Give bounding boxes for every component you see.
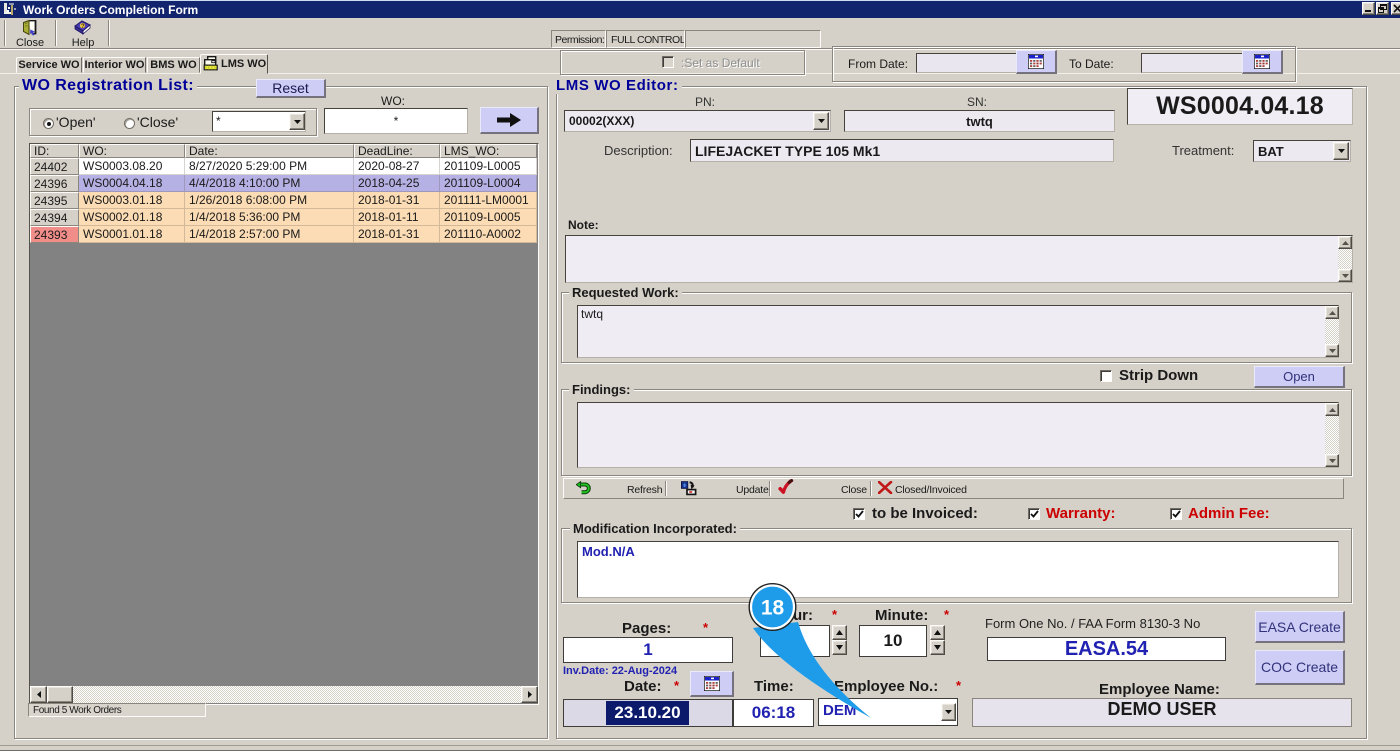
svg-text:18: 18 [761,597,785,620]
svg-text:?: ? [81,24,85,30]
